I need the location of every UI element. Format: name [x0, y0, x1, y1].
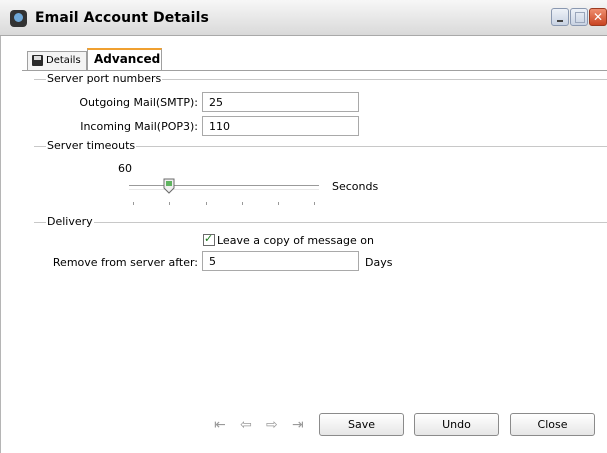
maximize-button[interactable]	[570, 8, 588, 26]
incoming-port-field[interactable]: 110	[202, 116, 359, 136]
undo-button[interactable]: Undo	[414, 413, 499, 436]
leave-copy-label: Leave a copy of message on	[217, 234, 374, 247]
remove-after-label: Remove from server after:	[52, 256, 198, 269]
tab-details-label: Details	[46, 55, 81, 66]
close-window-button[interactable]	[589, 8, 607, 26]
previous-record-icon[interactable]: ⇦	[240, 417, 252, 433]
tab-details[interactable]: Details	[27, 51, 87, 70]
leave-copy-checkbox[interactable]	[203, 232, 215, 246]
slider-thumb[interactable]	[163, 178, 175, 194]
title-bar[interactable]: Email Account Details	[0, 0, 607, 36]
timeout-unit-label: Seconds	[332, 180, 379, 193]
slider-tick	[242, 202, 243, 205]
remove-after-field[interactable]: 5	[202, 251, 359, 271]
save-button[interactable]: Save	[319, 413, 404, 436]
tab-advanced[interactable]: Advanced	[87, 48, 162, 70]
floppy-disk-icon	[32, 55, 43, 66]
minimize-button[interactable]	[551, 8, 569, 26]
next-record-icon[interactable]: ⇨	[266, 417, 278, 433]
tab-panel-border	[22, 70, 607, 71]
tab-advanced-label: Advanced	[94, 52, 161, 66]
days-label: Days	[365, 256, 393, 269]
timeout-value-label: 60	[118, 162, 132, 175]
section-divider	[34, 222, 607, 223]
window-title: Email Account Details	[35, 10, 209, 26]
section-title-delivery: Delivery	[46, 215, 94, 228]
close-button[interactable]: Close	[510, 413, 595, 436]
slider-tick	[133, 202, 134, 205]
outgoing-mail-label: Outgoing Mail(SMTP):	[79, 96, 198, 109]
slider-tick	[169, 202, 170, 205]
app-icon	[10, 10, 27, 27]
section-title-server-timeouts: Server timeouts	[46, 139, 137, 152]
slider-tick	[278, 202, 279, 205]
slider-tick	[206, 202, 207, 205]
outgoing-port-field[interactable]: 25	[202, 92, 359, 112]
section-title-server-ports: Server port numbers	[46, 72, 163, 85]
last-record-icon[interactable]: ⇥	[292, 417, 304, 433]
incoming-mail-label: Incoming Mail(POP3):	[80, 120, 198, 133]
timeout-slider[interactable]	[129, 185, 319, 190]
first-record-icon[interactable]: ⇤	[214, 417, 226, 433]
slider-tick	[314, 202, 315, 205]
